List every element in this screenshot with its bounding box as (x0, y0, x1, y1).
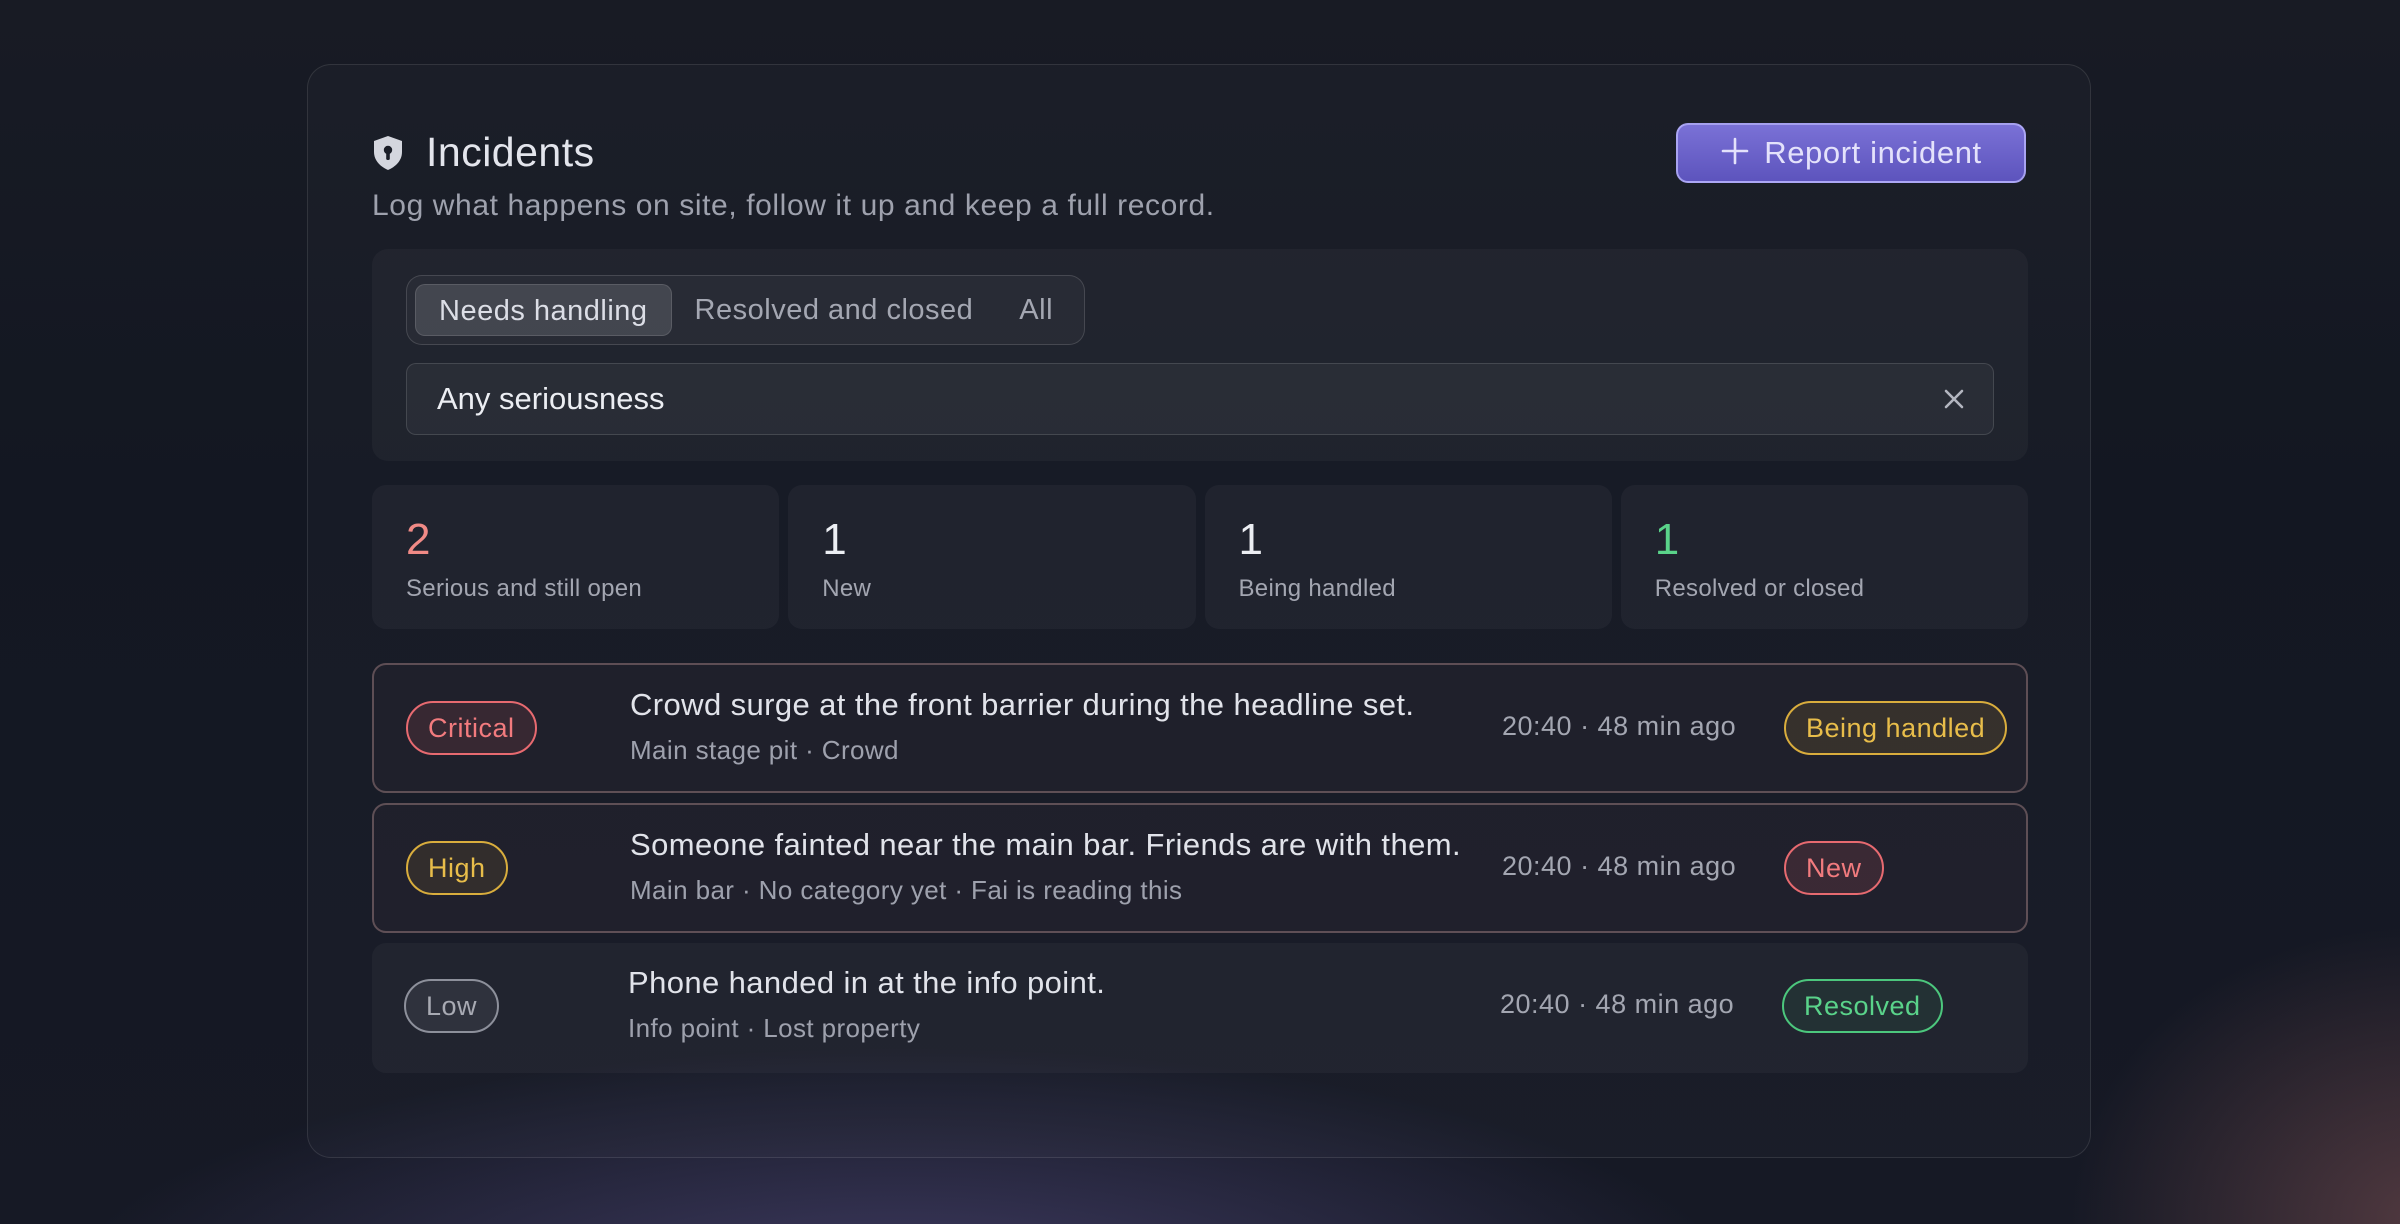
severity-badge: Low (404, 979, 500, 1033)
tab-needs-handling[interactable]: Needs handling (415, 284, 672, 336)
incident-row[interactable]: High Someone fainted near the main bar. … (372, 803, 2028, 933)
tab-resolved-and-closed[interactable]: Resolved and closed (672, 284, 997, 336)
stat-value: 1 (822, 515, 847, 564)
incident-meta: Main stage pit · Crowd (630, 735, 899, 765)
stat-card-serious-open: 2 Serious and still open (372, 485, 780, 629)
stat-card-being-handled: 1 Being handled (1204, 485, 1612, 629)
incident-meta: Main bar · No category yet · Fai is read… (630, 875, 1183, 905)
seriousness-select[interactable]: Any seriousness (406, 363, 1994, 435)
incident-title: Someone fainted near the main bar. Frien… (630, 827, 1461, 862)
incident-time: 20:40 · 48 min ago (1502, 851, 1737, 881)
status-badge: Being handled (1784, 701, 2008, 755)
stat-label: Resolved or closed (1654, 575, 1865, 602)
stat-value: 1 (1238, 515, 1263, 564)
report-incident-button[interactable]: Report incident (1676, 123, 2026, 183)
stat-label: New (822, 575, 872, 602)
incident-title: Crowd surge at the front barrier during … (630, 687, 1415, 722)
incident-time: 20:40 · 48 min ago (1500, 989, 1735, 1019)
stat-card-new: 1 New (788, 485, 1196, 629)
stat-label: Serious and still open (406, 575, 643, 602)
incidents-panel: Incidents Log what happens on site, foll… (307, 64, 2091, 1158)
status-badge: New (1784, 841, 1884, 895)
incident-meta: Info point · Lost property (628, 1013, 921, 1043)
stats-row: 2 Serious and still open 1 New 1 Being h… (372, 485, 2028, 629)
plus-icon (1720, 133, 1750, 173)
stat-card-resolved-closed: 1 Resolved or closed (1620, 485, 2028, 629)
stat-value: 2 (406, 515, 431, 564)
severity-badge: High (406, 841, 508, 895)
status-tabs: Needs handling Resolved and closed All (406, 275, 1086, 345)
stat-label: Being handled (1238, 575, 1396, 602)
seriousness-select-value: Any seriousness (437, 381, 665, 416)
severity-badge: Critical (406, 701, 537, 755)
status-badge: Resolved (1782, 979, 1943, 1033)
incident-row[interactable]: Low Phone handed in at the info point. I… (372, 943, 2028, 1073)
incident-row[interactable]: Critical Crowd surge at the front barrie… (372, 663, 2028, 793)
page-subtitle: Log what happens on site, follow it up a… (372, 189, 1215, 222)
close-icon[interactable] (1937, 382, 1971, 416)
incident-title: Phone handed in at the info point. (628, 965, 1106, 1000)
stat-value: 1 (1654, 515, 1680, 564)
incident-time: 20:40 · 48 min ago (1502, 711, 1737, 741)
filter-section: Needs handling Resolved and closed All A… (372, 249, 2028, 461)
page-header: Incidents (372, 129, 595, 176)
report-incident-label: Report incident (1764, 135, 1982, 170)
page-title: Incidents (426, 129, 595, 175)
tab-all[interactable]: All (996, 284, 1076, 336)
shield-icon (372, 135, 404, 171)
